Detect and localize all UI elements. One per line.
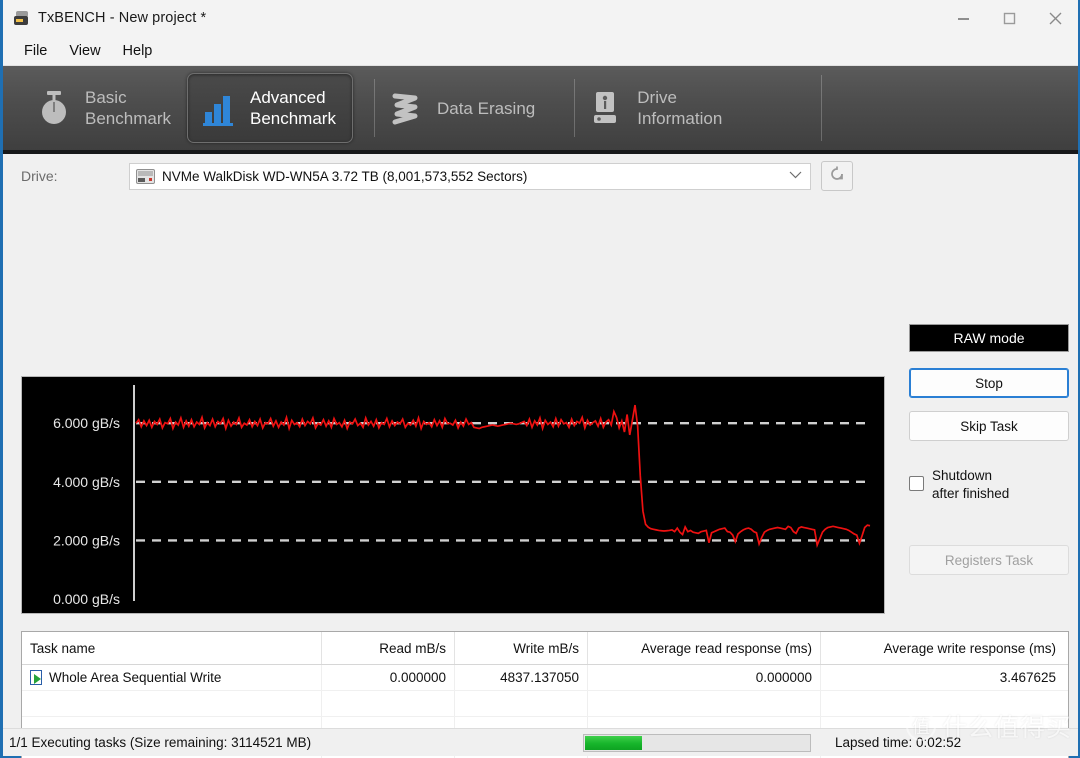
tab-label-line1: Data Erasing <box>436 98 536 118</box>
tab-basic-benchmark[interactable]: Basic Benchmark <box>23 73 187 143</box>
shutdown-label-line2: after finished <box>932 486 1010 501</box>
tab-drive-information[interactable]: Drive Information <box>574 73 738 143</box>
tab-data-erasing-label: Data Erasing <box>437 98 535 119</box>
tab-label-line2: Benchmark <box>85 109 171 128</box>
tab-strip-divider <box>821 75 822 141</box>
benchmark-graph-svg: 6.000 gB/s 4.000 gB/s 2.000 gB/s 0.000 gB/s <box>22 377 884 613</box>
status-text: 1/1 Executing tasks (Size remaining: 311… <box>9 735 312 750</box>
tab-label-line2: Benchmark <box>249 109 336 128</box>
tab-basic-benchmark-label: Basic Benchmark <box>85 87 171 129</box>
control-panel: RAW mode Stop Skip Task Shutdown after f… <box>909 324 1069 575</box>
column-header-write[interactable]: Write mB/s <box>455 632 588 664</box>
y-tick-label: 2.000 gB/s <box>53 532 120 548</box>
shutdown-checkbox[interactable] <box>909 476 924 491</box>
registers-task-button[interactable]: Registers Task <box>909 545 1069 575</box>
tab-label-line1: Basic <box>85 88 127 107</box>
cell-empty <box>821 691 1064 716</box>
column-header-task-name[interactable]: Task name <box>22 632 322 664</box>
refresh-icon <box>828 165 846 188</box>
lapsed-time-text: Lapsed time: 0:02:52 <box>835 735 962 750</box>
tab-data-erasing[interactable]: Data Erasing <box>373 73 551 143</box>
txbench-window: TxBENCH - New project * File View Help B… <box>0 0 1080 758</box>
drive-select[interactable]: NVMe WalkDisk WD-WN5A 3.72 TB (8,001,573… <box>129 162 811 190</box>
cell-empty <box>588 691 821 716</box>
drive-selector-row: Drive: NVMe WalkDisk WD-WN5A 3.72 TB (8,… <box>3 154 1078 198</box>
tab-label-line1: Advanced <box>249 88 326 107</box>
shutdown-checkbox-label: Shutdown after finished <box>932 467 1009 503</box>
cell-empty <box>322 691 455 716</box>
cell-task-name: Whole Area Sequential Write <box>22 665 322 690</box>
cell-avg-read: 0.000000 <box>588 665 821 690</box>
menu-item-view[interactable]: View <box>58 40 111 62</box>
maximize-button[interactable] <box>986 0 1032 36</box>
shredder-icon <box>387 88 425 128</box>
column-header-read[interactable]: Read mB/s <box>322 632 455 664</box>
progress-bar-fill <box>585 735 642 750</box>
tab-drive-information-label: Drive Information <box>637 87 722 129</box>
tab-label-line1: Drive <box>637 88 677 107</box>
close-button[interactable] <box>1032 0 1078 36</box>
skip-task-button[interactable]: Skip Task <box>909 411 1069 441</box>
tab-label-line2: Information <box>637 109 723 128</box>
y-tick-label: 0.000 gB/s <box>53 591 120 607</box>
drive-select-value: NVMe WalkDisk WD-WN5A 3.72 TB (8,001,573… <box>162 168 528 184</box>
y-tick-label: 4.000 gB/s <box>53 474 120 490</box>
graph-background <box>22 377 884 613</box>
bar-chart-icon <box>200 88 238 128</box>
cell-read: 0.000000 <box>322 665 455 690</box>
drive-label: Drive: <box>21 168 58 184</box>
status-bar: 1/1 Executing tasks (Size remaining: 311… <box>3 728 1078 756</box>
hard-drive-icon <box>136 168 155 184</box>
raw-mode-button[interactable]: RAW mode <box>909 324 1069 352</box>
window-controls <box>940 0 1078 36</box>
cell-task-name-text: Whole Area Sequential Write <box>49 670 222 685</box>
refresh-drives-button[interactable] <box>821 161 853 191</box>
menu-item-file[interactable]: File <box>13 40 58 62</box>
tab-advanced-benchmark-label: Advanced Benchmark <box>250 87 336 129</box>
menu-item-help[interactable]: Help <box>112 40 164 62</box>
cell-empty <box>22 691 322 716</box>
table-header-row: Task name Read mB/s Write mB/s Average r… <box>22 632 1068 665</box>
cell-avg-write: 3.467625 <box>999 670 1056 685</box>
drive-info-icon <box>587 88 625 128</box>
task-write-icon <box>30 670 45 685</box>
tab-advanced-benchmark[interactable]: Advanced Benchmark <box>186 73 353 143</box>
shutdown-after-finished-row[interactable]: Shutdown after finished <box>909 467 1069 503</box>
column-header-avg-read-response[interactable]: Average read response (ms) <box>588 632 821 664</box>
benchmark-graph: 6.000 gB/s 4.000 gB/s 2.000 gB/s 0.000 gB/s <box>21 376 885 614</box>
menu-bar: File View Help <box>3 36 1078 66</box>
cell-write: 4837.137050 <box>455 665 588 690</box>
shutdown-label-line1: Shutdown <box>932 468 993 483</box>
stopwatch-icon <box>35 88 73 128</box>
content-area: Drive: NVMe WalkDisk WD-WN5A 3.72 TB (8,… <box>3 154 1078 758</box>
column-header-avg-write-response[interactable]: Average write response (ms) <box>821 632 1064 664</box>
app-icon <box>12 9 30 27</box>
window-title: TxBENCH - New project * <box>38 9 207 26</box>
stop-button[interactable]: Stop <box>909 368 1069 398</box>
tab-strip: Basic Benchmark Advanced Benchmark Data … <box>3 66 1078 154</box>
y-tick-label: 6.000 gB/s <box>53 415 120 431</box>
chevron-down-icon[interactable] <box>789 170 802 182</box>
table-empty-row[interactable] <box>22 691 1068 717</box>
minimize-button[interactable] <box>940 0 986 36</box>
progress-bar <box>583 733 811 752</box>
table-row[interactable]: Whole Area Sequential Write 0.000000 483… <box>22 665 1068 691</box>
title-bar: TxBENCH - New project * <box>3 0 1078 36</box>
cell-empty <box>455 691 588 716</box>
